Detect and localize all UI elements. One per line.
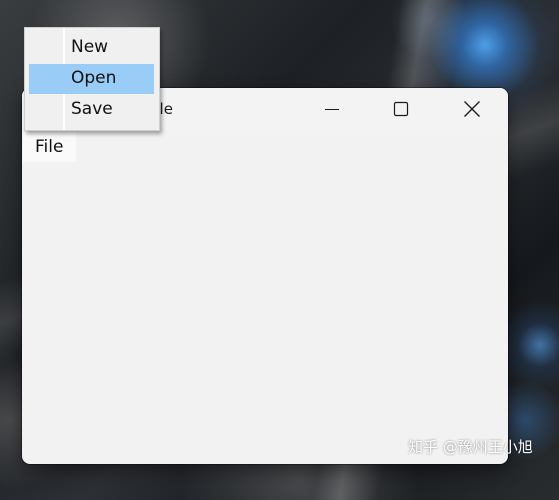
maximize-button[interactable] xyxy=(378,88,424,130)
app-window: ple File xyxy=(22,88,508,464)
minimize-icon xyxy=(325,109,339,110)
menu-item-label: Open xyxy=(71,68,117,88)
menu-bar: File xyxy=(22,132,508,162)
menu-item-save[interactable]: Save xyxy=(25,94,159,125)
menu-item-open[interactable]: Open xyxy=(25,63,159,94)
maximize-icon xyxy=(393,101,409,117)
close-icon xyxy=(464,101,480,117)
close-button[interactable] xyxy=(449,88,495,130)
menu-item-label: New xyxy=(71,37,109,57)
watermark-text: 知乎 @豫州王小旭 xyxy=(408,438,533,456)
file-dropdown-menu: New Open Save xyxy=(24,27,160,131)
menu-file[interactable]: File xyxy=(23,132,76,162)
minimize-button[interactable] xyxy=(309,88,355,130)
menu-item-new[interactable]: New xyxy=(25,32,159,63)
menu-item-label: Save xyxy=(71,99,113,119)
